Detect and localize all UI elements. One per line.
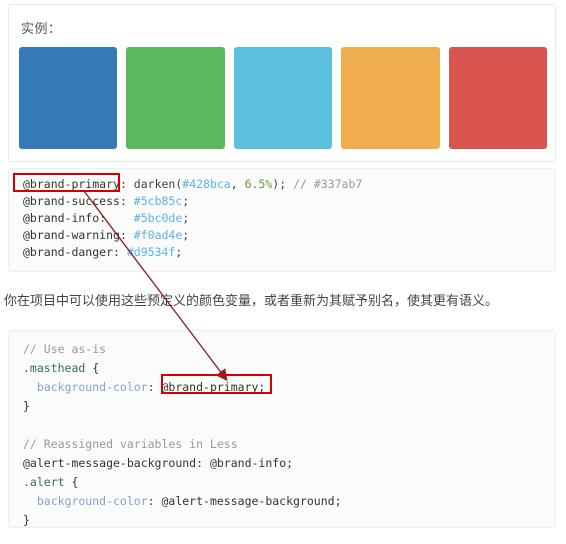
code-punct: ; xyxy=(175,245,183,259)
code-hex-428bca: #428bca xyxy=(182,177,231,191)
swatch-brand-warning xyxy=(341,47,440,149)
usage-code-panel: // Use as-is .masthead { background-colo… xyxy=(8,330,556,528)
code-punct: : xyxy=(119,228,134,242)
code-hex-f0ad4e: #f0ad4e xyxy=(133,228,183,242)
code-prop-background-color: background-color xyxy=(23,494,148,508)
code-var-brand-danger: @brand-danger xyxy=(23,245,114,259)
code-var-brand-success: @brand-success xyxy=(23,194,120,208)
swatch-brand-danger xyxy=(448,47,548,149)
code-punct: ; xyxy=(182,194,190,208)
swatch-brand-success xyxy=(126,47,225,149)
code-brace-open: { xyxy=(64,475,79,489)
variables-code-panel: @brand-primary: darken(#428bca, 6.5%); /… xyxy=(8,168,556,272)
code-var-brand-primary: @brand-primary xyxy=(23,177,120,191)
usage-code: // Use as-is .masthead { background-colo… xyxy=(23,340,342,530)
code-var-brand-warning: @brand-warning xyxy=(23,228,120,242)
code-brace-close: } xyxy=(23,399,30,413)
swatch-brand-info xyxy=(233,47,333,149)
example-panel: 实例： xyxy=(8,4,556,162)
code-punct: , xyxy=(230,177,245,191)
code-comment-use-as-is: // Use as-is xyxy=(23,342,107,356)
code-punct: : xyxy=(147,494,162,508)
code-fn-darken: darken( xyxy=(133,177,183,191)
code-punct: : xyxy=(196,456,210,470)
swatch-brand-primary xyxy=(19,47,118,149)
page-root: 实例： @brand-primary: darken(#428bca, 6.5%… xyxy=(0,0,566,544)
code-selector-alert: .alert xyxy=(23,475,65,489)
code-value-alert-message-background: @alert-message-background; xyxy=(161,494,342,508)
code-punct: : xyxy=(119,177,134,191)
code-var-brand-info: @brand-info xyxy=(23,211,100,225)
code-punct: ; xyxy=(182,228,190,242)
code-hex-5cb85c: #5cb85c xyxy=(133,194,183,208)
code-var-alert-message-background: @alert-message-background xyxy=(23,456,197,470)
code-hex-5bc0de: #5bc0de xyxy=(133,211,183,225)
code-selector-masthead: .masthead xyxy=(23,361,86,375)
code-value-brand-info: @brand-info; xyxy=(209,456,294,470)
variables-code: @brand-primary: darken(#428bca, 6.5%); /… xyxy=(23,176,362,261)
code-num-percent: 6.5% xyxy=(244,177,273,191)
code-punct: : xyxy=(147,380,162,394)
code-hex-d9534f: #d9534f xyxy=(126,245,176,259)
code-punct: : xyxy=(113,245,127,259)
swatch-row xyxy=(19,47,548,149)
code-punct: ; xyxy=(182,211,190,225)
code-value-brand-primary: @brand-primary; xyxy=(161,380,266,394)
code-prop-background-color: background-color xyxy=(23,380,148,394)
code-comment-337ab7: // #337ab7 xyxy=(286,177,363,191)
code-brace-open: { xyxy=(85,361,100,375)
code-punct: : xyxy=(99,211,134,225)
code-punct: ); xyxy=(272,177,287,191)
note-paragraph: 你在项目中可以使用这些预定义的颜色变量，或者重新为其赋予别名，使其更有语义。 xyxy=(4,294,499,309)
example-title: 实例： xyxy=(21,22,62,37)
code-brace-close: } xyxy=(23,513,30,527)
code-punct: : xyxy=(119,194,134,208)
code-comment-reassigned: // Reassigned variables in Less xyxy=(23,437,238,451)
